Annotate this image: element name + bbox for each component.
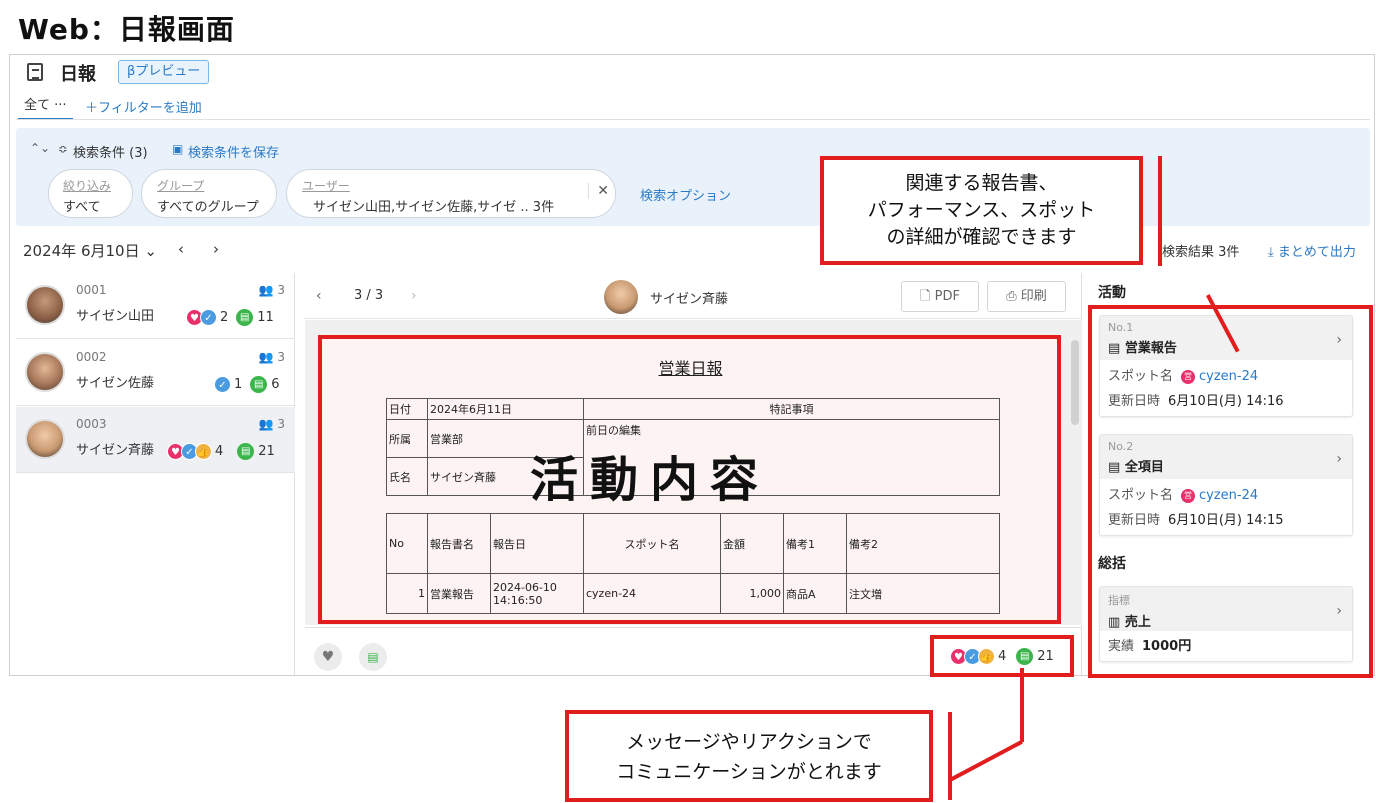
avatar	[604, 280, 638, 314]
group-count: 👥 3	[258, 350, 285, 364]
next-date-button[interactable]: ›	[213, 240, 219, 258]
comment-icon: ▤	[236, 309, 254, 326]
reaction-count: 4	[215, 444, 224, 459]
app-title: 日報	[60, 64, 96, 85]
comment-count: 21	[258, 444, 275, 459]
pill-value: すべて	[63, 200, 101, 215]
pill-label: ユーザー	[302, 179, 350, 193]
search-options-link[interactable]: 検索オプション	[640, 185, 731, 204]
expand-collapse-icon[interactable]: ⌃⌄	[30, 141, 50, 155]
highlight-box-document	[318, 335, 1061, 624]
filter-pill-group[interactable]: グループ すべてのグループ	[141, 169, 277, 218]
report-user: サイゼン佐藤	[76, 376, 155, 391]
date-label: 2024年 6月10日	[23, 242, 140, 260]
report-number: 0003	[76, 417, 107, 431]
report-list: 0001 サイゼン山田 👥 3 ♥ ✓ 2 ▤ 11 0002 サイゼン佐藤 👥…	[16, 273, 295, 675]
clear-icon[interactable]: ✕	[588, 183, 609, 199]
pdf-button[interactable]: 🗋 PDF	[901, 281, 979, 312]
report-number: 0001	[76, 283, 107, 297]
printer-icon: ⎙	[1006, 289, 1017, 304]
date-selector[interactable]: 2024年 6月10日 ⌄	[23, 240, 157, 261]
save-conditions-link[interactable]: 検索条件を保存	[188, 142, 279, 161]
beta-badge: βプレビュー	[118, 60, 210, 84]
prev-page-button[interactable]: ‹	[316, 288, 322, 304]
print-button[interactable]: ⎙ 印刷	[987, 281, 1066, 312]
avatar	[25, 285, 65, 325]
highlight-box-sidebar	[1088, 305, 1373, 678]
divider	[16, 119, 1370, 120]
comment-count: 11	[257, 310, 274, 325]
comment-count: 6	[271, 377, 280, 392]
comment-button[interactable]: ▤	[359, 643, 387, 671]
report-number: 0002	[76, 350, 107, 364]
save-icon[interactable]: ▣	[172, 142, 183, 156]
group-count: 👥 3	[258, 283, 285, 297]
list-item[interactable]: 0002 サイゼン佐藤 👥 3 ✓ 1 ▤ 6	[16, 340, 295, 406]
pill-value: サイゼン山田,サイゼン佐藤,サイゼ .. 3件	[313, 200, 555, 215]
export-label: まとめて出力	[1277, 245, 1356, 260]
filter-icon: ≎	[58, 142, 69, 156]
page-heading: Web：日報画面	[18, 13, 235, 46]
reaction-count: 2	[220, 310, 229, 325]
callout-line	[1158, 156, 1162, 266]
tab-all[interactable]: 全て ···	[18, 96, 73, 120]
avatar	[25, 419, 65, 459]
chevron-down-icon: ⌄	[144, 242, 157, 260]
add-filter-link[interactable]: ＋フィルターを追加	[85, 97, 202, 116]
avatar	[25, 352, 65, 392]
group-icon: 👥	[258, 283, 274, 297]
search-conditions-label[interactable]: 検索条件 (3)	[73, 142, 148, 161]
reaction-count: 1	[234, 377, 243, 392]
pill-value: すべてのグループ	[157, 200, 259, 215]
like-button[interactable]: ♥	[314, 643, 342, 671]
activity-heading: 活動	[1098, 285, 1126, 301]
check-icon: ✓	[214, 376, 231, 393]
reactions: ✓ 1 ▤ 6	[214, 376, 280, 393]
callout-related-info: 関連する報告書、 パフォーマンス、スポット の詳細が確認できます	[820, 156, 1143, 265]
pdf-icon: 🗋	[920, 289, 931, 304]
page-indicator: 3 / 3	[354, 288, 384, 303]
reactions: ♥ ✓ 2 ▤ 11	[186, 309, 274, 326]
viewer-user-name: サイゼン斉藤	[650, 292, 729, 307]
filter-pill-narrow[interactable]: 絞り込み すべて	[48, 169, 133, 218]
result-count: 検索結果 3件	[1162, 245, 1240, 260]
thumbs-up-icon: 👍	[195, 443, 212, 460]
check-icon: ✓	[200, 309, 217, 326]
callout-line	[950, 740, 1023, 782]
callout-communication: メッセージやリアクションで コミュニケーションがとれます	[565, 710, 933, 802]
callout-line	[948, 712, 952, 800]
filter-pill-user[interactable]: ユーザー サイゼン山田,サイゼン佐藤,サイゼ .. 3件 ✕	[286, 169, 616, 218]
list-item-selected[interactable]: 0003 サイゼン斉藤 👥 3 ♥ ✓ 👍 4 ▤ 21	[16, 407, 295, 473]
group-count: 👥 3	[258, 417, 285, 431]
pill-label: グループ	[157, 179, 205, 193]
export-link[interactable]: ⤓ まとめて出力	[1268, 241, 1356, 260]
next-page-button[interactable]: ›	[411, 288, 417, 304]
prev-date-button[interactable]: ‹	[178, 240, 184, 258]
list-item[interactable]: 0001 サイゼン山田 👥 3 ♥ ✓ 2 ▤ 11	[16, 273, 295, 339]
highlight-box-reactions	[930, 635, 1074, 677]
reactions: ♥ ✓ 👍 4 ▤ 21	[167, 443, 275, 460]
report-icon	[27, 63, 43, 81]
callout-line	[1020, 668, 1024, 742]
pill-label: 絞り込み	[63, 179, 112, 193]
comment-icon: ▤	[250, 376, 268, 393]
group-icon: 👥	[258, 350, 274, 364]
document-scrollbar[interactable]	[1071, 340, 1079, 425]
group-icon: 👥	[258, 417, 274, 431]
report-user: サイゼン斉藤	[76, 443, 155, 458]
report-user: サイゼン山田	[76, 309, 155, 324]
download-icon: ⤓	[1268, 245, 1274, 260]
comment-icon: ▤	[237, 443, 255, 460]
